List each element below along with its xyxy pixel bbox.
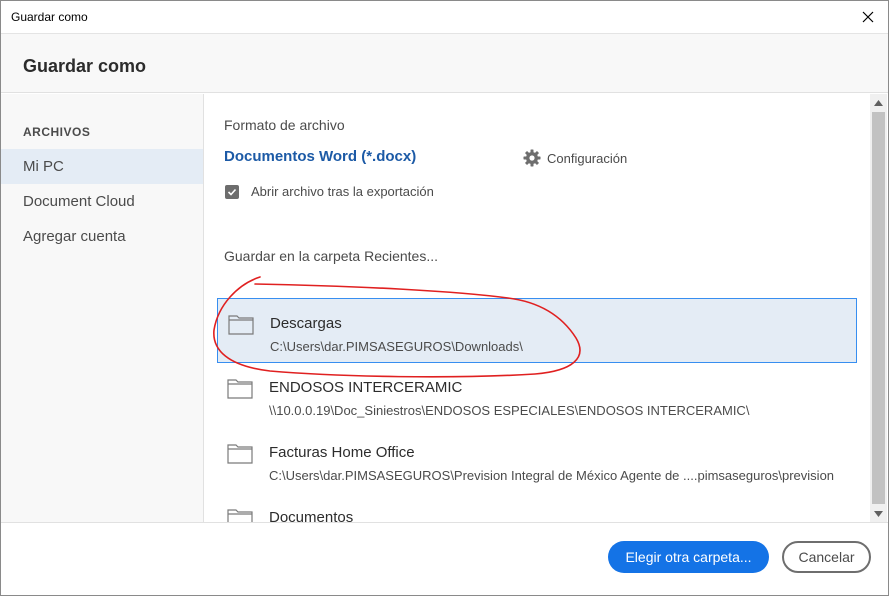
window-title: Guardar como [11, 10, 88, 24]
scrollbar-thumb[interactable] [872, 112, 885, 504]
folder-icon [227, 444, 253, 464]
recent-folders-label: Guardar en la carpeta Recientes... [224, 248, 439, 264]
choose-other-folder-button[interactable]: Elegir otra carpeta... [608, 541, 769, 573]
title-bar: Guardar como [1, 1, 888, 33]
checkmark-icon [227, 188, 237, 196]
recent-folder-item[interactable]: ENDOSOS INTERCERAMIC \\10.0.0.19\Doc_Sin… [217, 363, 857, 428]
folder-list-scrollbar[interactable] [870, 94, 887, 522]
recent-folder-item[interactable]: Documentos [217, 493, 857, 522]
folder-path: C:\Users\dar.PIMSASEGUROS\Prevision Inte… [269, 468, 835, 483]
folder-path: C:\Users\dar.PIMSASEGUROS\Downloads\ [270, 339, 523, 354]
folder-name: Documentos [269, 509, 354, 522]
scroll-down-button[interactable] [870, 505, 887, 522]
dialog-header: Guardar como [1, 33, 888, 93]
sidebar-section-title: ARCHIVOS [23, 125, 91, 139]
cancel-button[interactable]: Cancelar [782, 541, 871, 573]
open-after-export-checkbox[interactable] [225, 184, 239, 199]
open-after-export-label: Abrir archivo tras la exportación [251, 184, 434, 199]
dialog-footer: Elegir otra carpeta... Cancelar [1, 522, 888, 595]
sidebar-item-document-cloud[interactable]: Document Cloud [1, 184, 203, 219]
recent-folder-item[interactable]: Facturas Home Office C:\Users\dar.PIMSAS… [217, 428, 857, 493]
sidebar-item-agregar-cuenta[interactable]: Agregar cuenta [1, 219, 203, 254]
open-after-export-option: Abrir archivo tras la exportación [225, 184, 434, 199]
close-icon [862, 11, 874, 23]
folder-name: Facturas Home Office [269, 444, 415, 461]
folder-name: ENDOSOS INTERCERAMIC [269, 379, 463, 396]
close-button[interactable] [848, 1, 888, 33]
format-selector[interactable]: Documentos Word (*.docx) [224, 148, 416, 165]
settings-button[interactable]: Configuración [523, 148, 627, 168]
folder-path: \\10.0.0.19\Doc_Siniestros\ENDOSOS ESPEC… [269, 403, 750, 418]
format-label: Formato de archivo [224, 117, 345, 133]
folder-icon [228, 315, 254, 335]
folder-icon [227, 509, 253, 522]
settings-label: Configuración [547, 150, 628, 166]
sidebar-item-label: Mi PC [23, 158, 64, 175]
main-content: Formato de archivo Documentos Word (*.do… [205, 94, 870, 522]
sidebar-item-label: Agregar cuenta [23, 228, 126, 245]
folder-icon [227, 379, 253, 399]
sidebar: ARCHIVOS Mi PC Document Cloud Agregar cu… [1, 94, 204, 522]
recent-folder-item[interactable]: Descargas C:\Users\dar.PIMSASEGUROS\Down… [217, 298, 857, 363]
chevron-up-icon [874, 99, 883, 106]
sidebar-item-label: Document Cloud [23, 193, 135, 210]
scroll-up-button[interactable] [870, 94, 887, 111]
save-as-dialog: Guardar como Guardar como ARCHIVOS Mi PC… [0, 0, 889, 596]
dialog-heading: Guardar como [23, 56, 147, 76]
chevron-down-icon [874, 510, 883, 517]
gear-icon [523, 149, 541, 167]
folder-name: Descargas [270, 315, 342, 332]
sidebar-item-mi-pc[interactable]: Mi PC [1, 149, 203, 184]
